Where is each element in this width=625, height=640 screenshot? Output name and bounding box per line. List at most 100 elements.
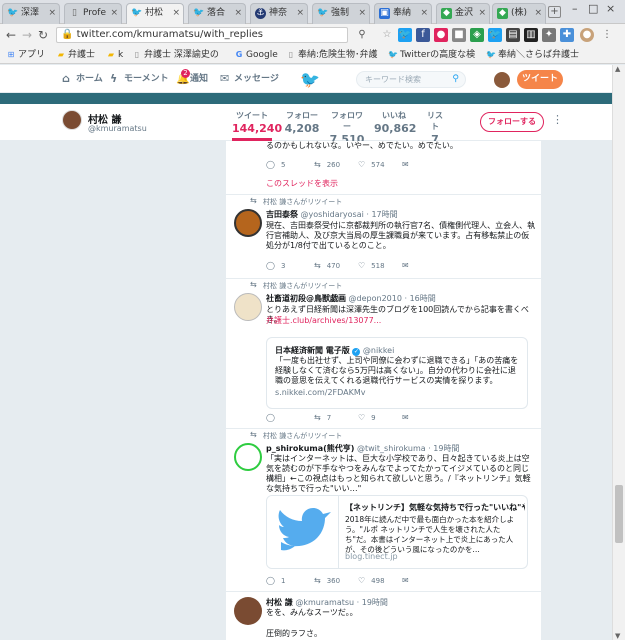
retweet-button[interactable]: ⇆ 360 xyxy=(314,576,340,585)
user-avatar[interactable] xyxy=(234,293,262,321)
user-name[interactable]: 村松 謙 xyxy=(266,598,293,607)
stat-likes[interactable]: いいね 90,862 xyxy=(374,110,416,135)
extension-icon[interactable]: ▤ xyxy=(506,28,520,42)
nav-moments[interactable]: ϟ モーメント xyxy=(110,72,169,86)
tweet-item[interactable]: ⇆ 村松 謙さんがリツイート p_shirokuma(熊代亨) @twit_shi… xyxy=(226,429,541,592)
user-avatar[interactable] xyxy=(234,209,262,237)
bookmark-item[interactable]: ⊞ アプリ xyxy=(6,48,45,62)
retweet-button[interactable]: ⇆ 7 xyxy=(314,413,331,422)
reply-button[interactable]: ◯ xyxy=(266,413,281,422)
tweet-time[interactable]: · 19時間 xyxy=(428,444,459,453)
bookmark-item[interactable]: 🐦 Twitterの高度な検 xyxy=(388,48,475,62)
profile-handle[interactable]: @kmuramatsu xyxy=(88,124,147,133)
maximize-icon[interactable]: □ xyxy=(588,2,598,15)
extension-icon[interactable]: ▥ xyxy=(524,28,538,42)
bookmark-item[interactable]: ▯ 弁護士 深澤諭史の xyxy=(132,48,219,62)
close-icon[interactable]: × xyxy=(48,4,56,23)
bookmark-item[interactable]: ▯ 奉納:危険生物･弁護 xyxy=(286,48,378,62)
reply-button[interactable]: ◯ 5 xyxy=(266,160,285,169)
close-icon[interactable]: × xyxy=(234,4,242,23)
show-thread-link[interactable]: このスレッドを表示 xyxy=(266,178,338,189)
like-button[interactable]: ♡ 574 xyxy=(358,160,385,169)
tweet-time[interactable]: · 16時間 xyxy=(405,294,436,303)
bookmark-item[interactable]: 🐦 奉納＼さらば弁護士 xyxy=(486,48,579,62)
dm-button[interactable]: ✉ xyxy=(402,413,415,422)
bookmark-item[interactable]: G Google xyxy=(234,48,278,62)
tweet-item[interactable]: 村松 謙 @kmuramatsu · 19時間 をを、みんなスーツだ。。 圧倒的… xyxy=(226,592,541,640)
nav-home[interactable]: ⌂ ホーム xyxy=(62,72,103,86)
tweet-time[interactable]: · 17時間 xyxy=(366,210,397,219)
user-handle[interactable]: @yoshidaryosai xyxy=(301,210,364,219)
menu-icon[interactable]: ⋮ xyxy=(600,28,614,42)
tweet-item[interactable]: ⇆ 村松 謙さんがリツイート 社畜道初段@鳥獣戯画 @depon2010 · 16… xyxy=(226,279,541,429)
facebook-icon[interactable]: f xyxy=(416,28,430,42)
new-tab-button[interactable]: + xyxy=(548,6,561,18)
nav-messages[interactable]: ✉ メッセージ xyxy=(220,72,279,86)
reload-icon[interactable]: ↻ xyxy=(38,27,48,43)
quoted-tweet[interactable]: 日本経済新聞 電子版 ✓ @nikkei 「一度も出社せず、上司や同僚に会わずに… xyxy=(266,337,528,409)
user-avatar[interactable] xyxy=(234,597,262,625)
record-icon[interactable]: ● xyxy=(434,28,448,42)
user-handle[interactable]: @depon2010 xyxy=(349,294,402,303)
compose-tweet-button[interactable]: ツイート xyxy=(517,70,563,89)
browser-tab[interactable]: ◆ (株) × xyxy=(492,3,546,24)
link-text[interactable]: 弁護士.club/archives/13077... xyxy=(266,316,381,325)
dm-button[interactable]: ✉ xyxy=(402,576,415,585)
reply-button[interactable]: ◯ 3 xyxy=(266,261,285,270)
evernote-icon[interactable]: ◈ xyxy=(470,28,484,42)
close-icon[interactable]: × xyxy=(534,4,542,23)
like-button[interactable]: ♡ 9 xyxy=(358,413,376,422)
profile-avatar-icon[interactable]: ● xyxy=(580,28,594,42)
retweet-button[interactable]: ⇆ 470 xyxy=(314,261,340,270)
extension-icon[interactable]: ✦ xyxy=(542,28,556,42)
twitter-logo-icon[interactable]: 🐦 xyxy=(300,70,320,89)
extension-icon[interactable]: ✚ xyxy=(560,28,574,42)
back-arrow-icon[interactable]: ← xyxy=(6,27,16,43)
quoted-tweet-link[interactable]: s.nikkei.com/2FDAKMv xyxy=(275,388,366,397)
reply-button[interactable]: ◯ 1 xyxy=(266,576,285,585)
url-bar[interactable]: 🔒 twitter.com/kmuramatsu/with_replies xyxy=(56,27,348,43)
tweet-link[interactable]: 弁護士.club/archives/13077... xyxy=(266,316,536,326)
scrollbar-thumb[interactable] xyxy=(615,485,623,543)
user-name[interactable]: p_shirokuma(熊代亨) xyxy=(266,444,354,453)
page-scrollbar[interactable]: ▲ ▼ xyxy=(612,65,625,640)
bookmark-item[interactable]: ▰ k xyxy=(106,48,123,62)
user-name[interactable]: 吉田泰祭 xyxy=(266,210,298,219)
close-window-icon[interactable]: × xyxy=(606,2,615,15)
browser-tab-active[interactable]: 🐦 村松 × xyxy=(126,3,184,24)
user-name[interactable]: 社畜道初段@鳥獣戯画 xyxy=(266,294,346,303)
zoom-icon[interactable]: ⚲ xyxy=(355,28,369,42)
search-icon[interactable]: ⚲ xyxy=(452,72,459,87)
scroll-up-icon[interactable]: ▲ xyxy=(615,65,620,73)
browser-tab[interactable]: ▣ 奉納 × xyxy=(374,3,432,24)
close-icon[interactable]: × xyxy=(478,4,486,23)
dm-button[interactable]: ✉ xyxy=(402,261,415,270)
browser-tab[interactable]: ⚓ 神奈 × xyxy=(250,3,308,24)
browser-tab[interactable]: ▯ Profe × xyxy=(64,3,122,24)
close-icon[interactable]: × xyxy=(296,4,304,23)
stat-following[interactable]: フォロー 4,208 xyxy=(284,110,320,135)
extension-icon[interactable]: ■ xyxy=(452,28,466,42)
tweet-item[interactable]: ⇆ 村松 謙さんがリツイート 吉田泰祭 @yoshidaryosai · 17時間… xyxy=(226,195,541,279)
twitter-extension-icon[interactable]: 🐦 xyxy=(488,28,502,42)
tweet-item[interactable]: るのかもしれないな。いやー、めでたい。めでたい。 ◯ 5 ⇆ 260 ♡ 574 ✉ … xyxy=(226,141,541,195)
user-avatar[interactable] xyxy=(234,443,262,471)
dm-button[interactable]: ✉ xyxy=(402,160,415,169)
account-avatar[interactable] xyxy=(494,72,510,88)
search-input[interactable]: キーワード検索 ⚲ xyxy=(356,71,466,88)
user-handle[interactable]: @kmuramatsu xyxy=(295,598,354,607)
tweet-time[interactable]: · 19時間 xyxy=(357,598,388,607)
close-icon[interactable]: × xyxy=(420,4,428,23)
minimize-icon[interactable]: – xyxy=(572,2,578,15)
star-icon[interactable]: ☆ xyxy=(380,28,394,42)
user-handle[interactable]: @twit_shirokuma xyxy=(357,444,426,453)
bookmark-item[interactable]: ▰ 弁護士 xyxy=(56,48,95,62)
close-icon[interactable]: × xyxy=(110,4,118,23)
stat-tweets[interactable]: ツイート 144,240 xyxy=(232,110,282,141)
like-button[interactable]: ♡ 518 xyxy=(358,261,385,270)
close-icon[interactable]: × xyxy=(172,4,180,23)
browser-tab[interactable]: 🐦 深澤 × xyxy=(2,3,60,24)
browser-tab[interactable]: ◆ 金沢 × xyxy=(436,3,490,24)
like-button[interactable]: ♡ 498 xyxy=(358,576,385,585)
twitter-extension-icon[interactable]: 🐦 xyxy=(398,28,412,42)
